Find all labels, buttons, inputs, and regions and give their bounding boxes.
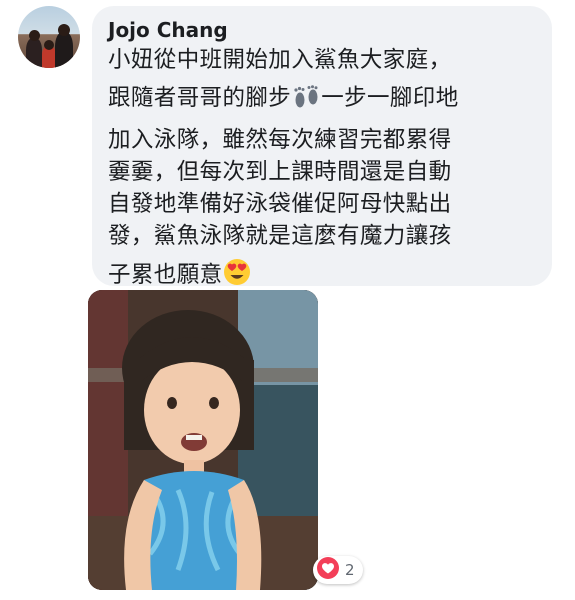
author-avatar[interactable] <box>18 6 80 68</box>
comment-text-line: 自發地準備好泳袋催促阿母快點出 <box>108 191 452 217</box>
comment-text-segment: 跟隨者哥哥的腳步 <box>108 85 292 111</box>
reaction-summary[interactable]: 2 <box>313 556 363 584</box>
comment-author-name[interactable]: Jojo Chang <box>108 18 536 42</box>
avatar-figure <box>55 32 73 68</box>
avatar-figure <box>26 38 42 68</box>
comment-text-line: 小妞從中班開始加入鯊魚大家庭， <box>108 47 452 73</box>
avatar-figure <box>44 40 54 50</box>
footprints-icon <box>291 85 321 118</box>
comment-text-segment: 一步一腳印地 <box>321 85 459 111</box>
avatar-figure <box>29 30 40 41</box>
comment-bubble: Jojo Chang 小妞從中班開始加入鯊魚大家庭， 跟隨者哥哥的腳步 一步一腳… <box>92 6 552 288</box>
comment-text-line: 嫑嫑，但每次到上課時間還是自動 <box>108 159 452 185</box>
comment-text-line: 跟隨者哥哥的腳步 一步一腳印地 <box>108 82 536 118</box>
comment-text-segment: 子累也願意 <box>108 262 223 288</box>
comment-text-line: 加入泳隊，雖然每次練習完都累得 <box>108 127 452 153</box>
love-reaction-icon <box>316 556 340 584</box>
avatar-figure <box>58 24 70 36</box>
reaction-count: 2 <box>345 561 355 579</box>
comment-photo[interactable] <box>88 290 318 590</box>
comment-text-line: 發，鯊魚泳隊就是這麼有魔力讓孩 <box>108 223 452 249</box>
